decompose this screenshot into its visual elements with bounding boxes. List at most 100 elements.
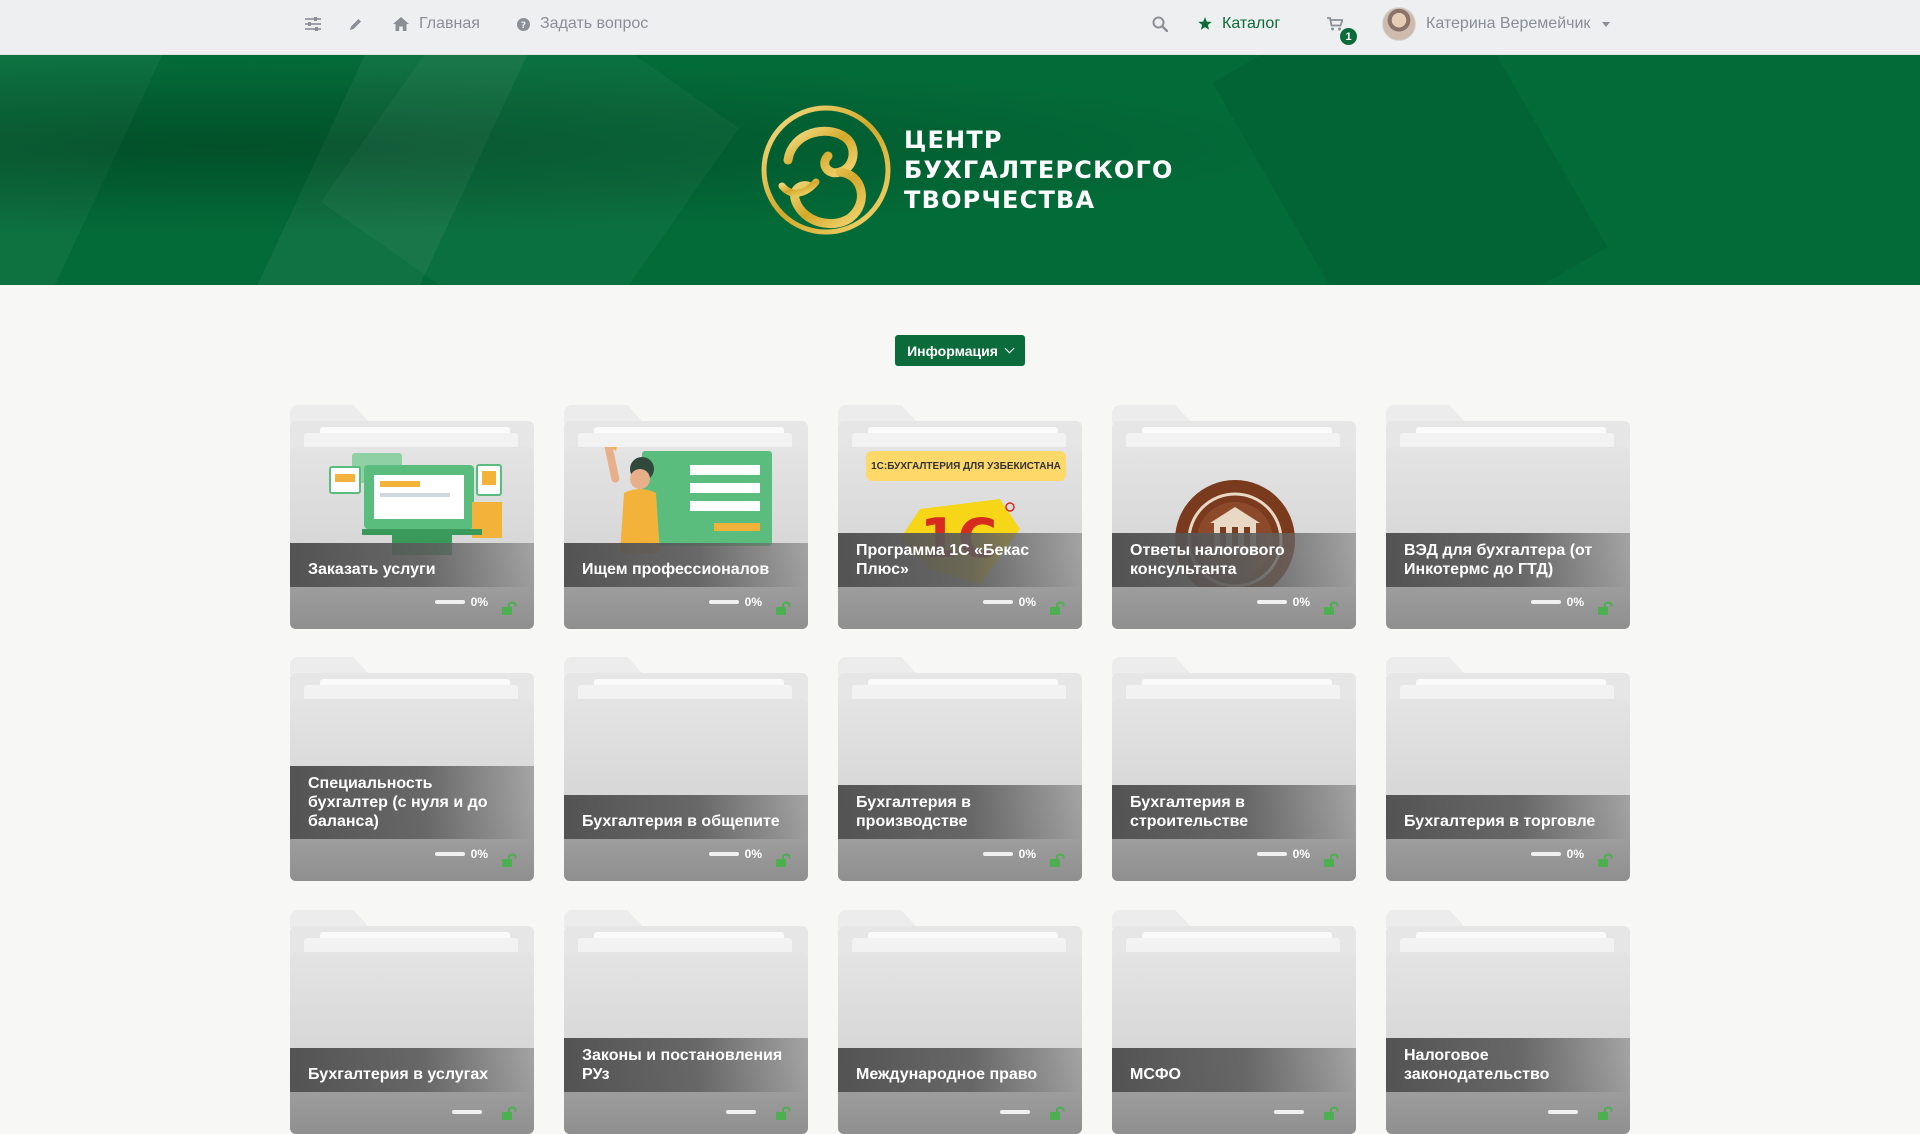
progress-bar (1548, 1110, 1578, 1114)
progress-indicator: 0% (982, 847, 1036, 861)
user-menu[interactable]: Катерина Веремейчик (1382, 0, 1611, 48)
progress-indicator: 0% (1530, 847, 1584, 861)
progress-bar (434, 852, 465, 856)
category-card[interactable]: Заказать услуги 0% (290, 405, 534, 629)
folder-front: Ответы налогового консультанта 0% (1112, 447, 1356, 629)
cart-count-badge: 1 (1340, 28, 1357, 45)
card-title: Программа 1С «Бекас Плюс» (838, 533, 1082, 587)
category-card[interactable]: Бухгалтерия в строительстве 0% (1112, 657, 1356, 881)
folder-front: Бухгалтерия в торговле 0% (1386, 699, 1630, 881)
progress-percent: 0% (1292, 595, 1310, 609)
card-footer (564, 1092, 808, 1134)
progress-percent: 0% (744, 595, 762, 609)
category-card[interactable]: Специальность бухгалтер (с нуля и до бал… (290, 657, 534, 881)
home-label: Главная (419, 15, 480, 32)
search-button[interactable] (1152, 0, 1168, 48)
logo-line: БУХГАЛТЕРСКОГО (904, 156, 1174, 184)
progress-bar (1256, 852, 1287, 856)
progress-indicator: 0% (708, 847, 762, 861)
card-title: Законы и постановления РУз (564, 1038, 808, 1092)
search-icon (1152, 16, 1168, 32)
progress-indicator: 0% (708, 595, 762, 609)
category-card[interactable]: 1C 1С:БУХГАЛТЕРИЯ ДЛЯ УЗБЕКИСТАНА Програ… (838, 405, 1082, 629)
unlock-icon (1050, 1106, 1065, 1120)
card-footer: 0% (1386, 839, 1630, 881)
progress-bar (1530, 600, 1561, 604)
progress-bar (708, 600, 739, 604)
category-card[interactable]: Бухгалтерия в производстве 0% (838, 657, 1082, 881)
unlock-icon (1324, 601, 1339, 615)
progress-indicator (1000, 1110, 1036, 1114)
card-title: Бухгалтерия в торговле (1386, 795, 1630, 839)
progress-indicator (1274, 1110, 1310, 1114)
unlock-icon (1598, 601, 1613, 615)
user-name: Катерина Веремейчик (1426, 15, 1591, 32)
unlock-icon (1598, 853, 1613, 867)
category-card[interactable]: Бухгалтерия в торговле 0% (1386, 657, 1630, 881)
svg-text:?: ? (521, 21, 526, 31)
logo-line: ТВОРЧЕСТВА (904, 186, 1096, 214)
progress-percent: 0% (470, 595, 488, 609)
pencil-icon (350, 18, 361, 30)
folder-front: Бухгалтерия в производстве 0% (838, 699, 1082, 881)
card-footer: 0% (564, 587, 808, 629)
site-logo[interactable]: ЦЕНТР БУХГАЛТЕРСКОГО ТВОРЧЕСТВА (758, 102, 1174, 238)
top-navigation-bar: Главная ? Задать вопрос Каталог 1 Катери… (0, 0, 1920, 55)
star-icon (1198, 17, 1212, 30)
banner-decor (321, 55, 739, 285)
logo-line: ЦЕНТР (904, 126, 1003, 154)
home-link[interactable]: Главная (393, 0, 480, 48)
progress-percent: 0% (470, 847, 488, 861)
folder-front: Бухгалтерия в услугах (290, 952, 534, 1134)
progress-bar (982, 852, 1013, 856)
avatar (1382, 7, 1416, 41)
category-card[interactable]: МСФО (1112, 910, 1356, 1134)
card-footer: 0% (1112, 839, 1356, 881)
progress-indicator (1548, 1110, 1584, 1114)
card-footer (838, 1092, 1082, 1134)
card-title: Ответы налогового консультанта (1112, 533, 1356, 587)
folder-front: ВЭД для бухгалтера (от Инкотермс до ГТД)… (1386, 447, 1630, 629)
category-card[interactable]: Законы и постановления РУз (564, 910, 808, 1134)
card-title: Заказать услуги (290, 543, 534, 587)
progress-bar (708, 852, 739, 856)
caret-down-icon (1602, 21, 1611, 27)
unlock-icon (1324, 1106, 1339, 1120)
unlock-icon (1050, 853, 1065, 867)
category-card[interactable]: Налоговое законодательство (1386, 910, 1630, 1134)
category-card[interactable]: Ищем профессионалов 0% (564, 405, 808, 629)
progress-bar (452, 1110, 482, 1114)
settings-sliders-button[interactable] (305, 0, 321, 48)
category-card[interactable]: Ответы налогового консультанта 0% (1112, 405, 1356, 629)
progress-percent: 0% (1566, 595, 1584, 609)
progress-indicator (726, 1110, 762, 1114)
catalog-link[interactable]: Каталог (1198, 0, 1280, 48)
unlock-icon (776, 1106, 791, 1120)
card-footer (290, 1092, 534, 1134)
folder-front: Налоговое законодательство (1386, 952, 1630, 1134)
folder-front: Ищем профессионалов 0% (564, 447, 808, 629)
category-card[interactable]: Бухгалтерия в услугах (290, 910, 534, 1134)
unlock-icon (502, 601, 517, 615)
category-card[interactable]: ВЭД для бухгалтера (от Инкотермс до ГТД)… (1386, 405, 1630, 629)
card-footer: 0% (1386, 587, 1630, 629)
shopping-cart-icon (1327, 17, 1343, 31)
ask-question-link[interactable]: ? Задать вопрос (517, 0, 648, 48)
card-footer (1386, 1092, 1630, 1134)
category-card[interactable]: Международное право (838, 910, 1082, 1134)
progress-bar (434, 600, 465, 604)
card-title: Ищем профессионалов (564, 543, 808, 587)
sliders-icon (305, 17, 321, 31)
card-title: Бухгалтерия в услугах (290, 1048, 534, 1092)
question-circle-icon: ? (517, 17, 530, 31)
progress-indicator: 0% (1530, 595, 1584, 609)
progress-indicator: 0% (1256, 595, 1310, 609)
logo-text: ЦЕНТР БУХГАЛТЕРСКОГО ТВОРЧЕСТВА (904, 125, 1174, 215)
info-dropdown-button[interactable]: Информация (895, 335, 1025, 366)
edit-button[interactable] (348, 0, 363, 48)
card-footer: 0% (290, 587, 534, 629)
card-footer: 0% (838, 587, 1082, 629)
progress-percent: 0% (1566, 847, 1584, 861)
category-card[interactable]: Бухгалтерия в общепите 0% (564, 657, 808, 881)
progress-percent: 0% (744, 847, 762, 861)
